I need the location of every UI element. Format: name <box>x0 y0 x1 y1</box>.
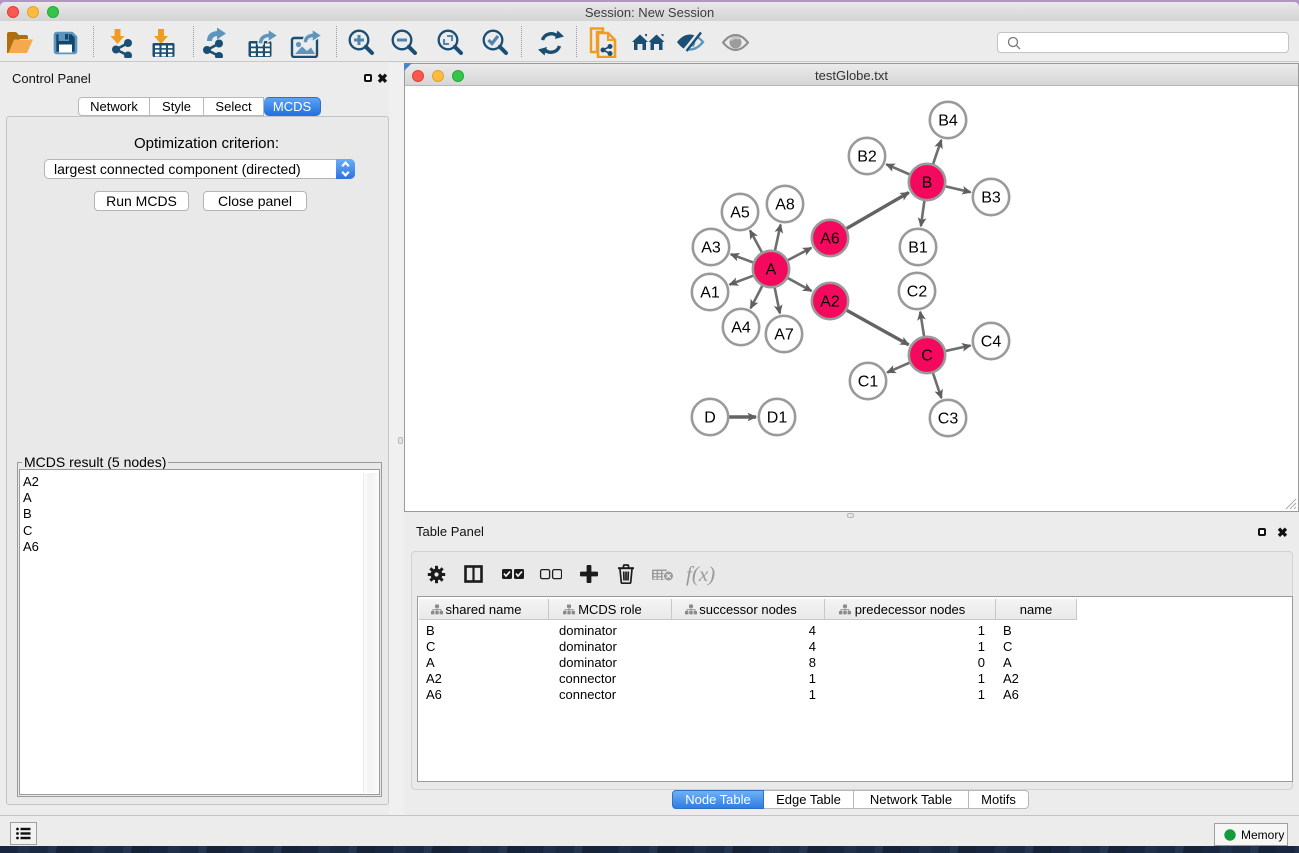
svg-text:A8: A8 <box>775 197 795 214</box>
svg-text:A3: A3 <box>701 240 721 257</box>
svg-text:B4: B4 <box>938 113 958 130</box>
svg-text:A6: A6 <box>820 231 840 248</box>
svg-text:A2: A2 <box>820 294 840 311</box>
svg-text:D1: D1 <box>767 410 788 427</box>
svg-text:A5: A5 <box>730 205 750 222</box>
svg-text:B: B <box>922 175 933 192</box>
svg-text:A4: A4 <box>731 320 751 337</box>
svg-text:A1: A1 <box>700 285 720 302</box>
svg-text:A7: A7 <box>774 327 794 344</box>
svg-text:A: A <box>766 262 777 279</box>
svg-text:B3: B3 <box>981 190 1001 207</box>
svg-text:C1: C1 <box>858 374 879 391</box>
svg-text:B1: B1 <box>908 240 928 257</box>
svg-text:C: C <box>921 348 933 365</box>
svg-text:B2: B2 <box>857 149 877 166</box>
svg-text:C2: C2 <box>907 284 928 301</box>
svg-text:C3: C3 <box>938 411 959 428</box>
svg-text:C4: C4 <box>981 334 1002 351</box>
svg-text:D: D <box>704 410 716 427</box>
